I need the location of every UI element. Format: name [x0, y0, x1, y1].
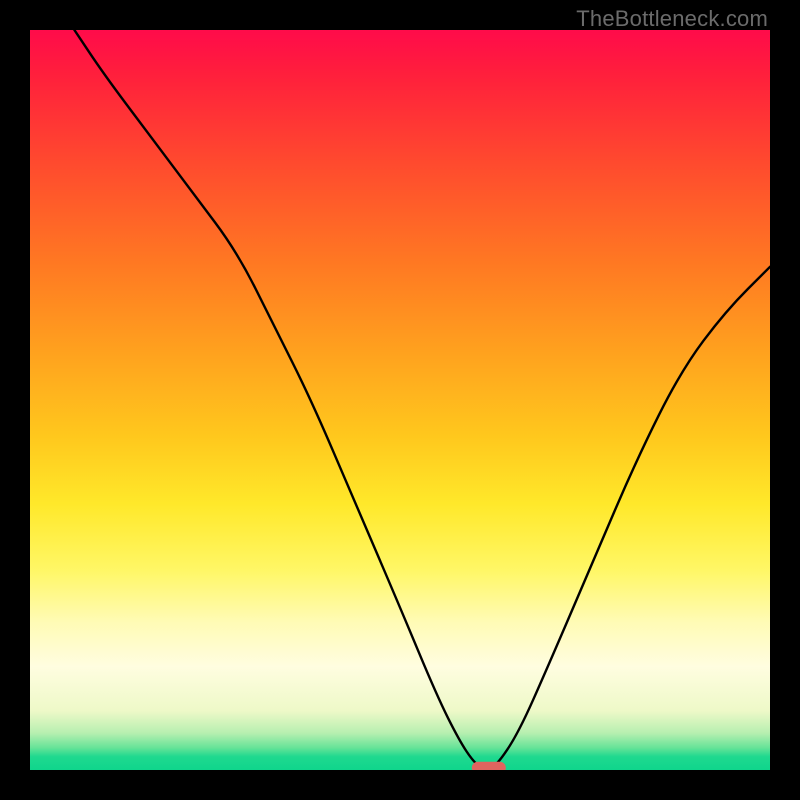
bottleneck-curve	[74, 30, 770, 769]
watermark-text: TheBottleneck.com	[576, 6, 768, 32]
plot-area	[30, 30, 770, 770]
optimum-marker	[472, 762, 506, 770]
chart-frame: TheBottleneck.com	[0, 0, 800, 800]
curve-layer	[30, 30, 770, 770]
